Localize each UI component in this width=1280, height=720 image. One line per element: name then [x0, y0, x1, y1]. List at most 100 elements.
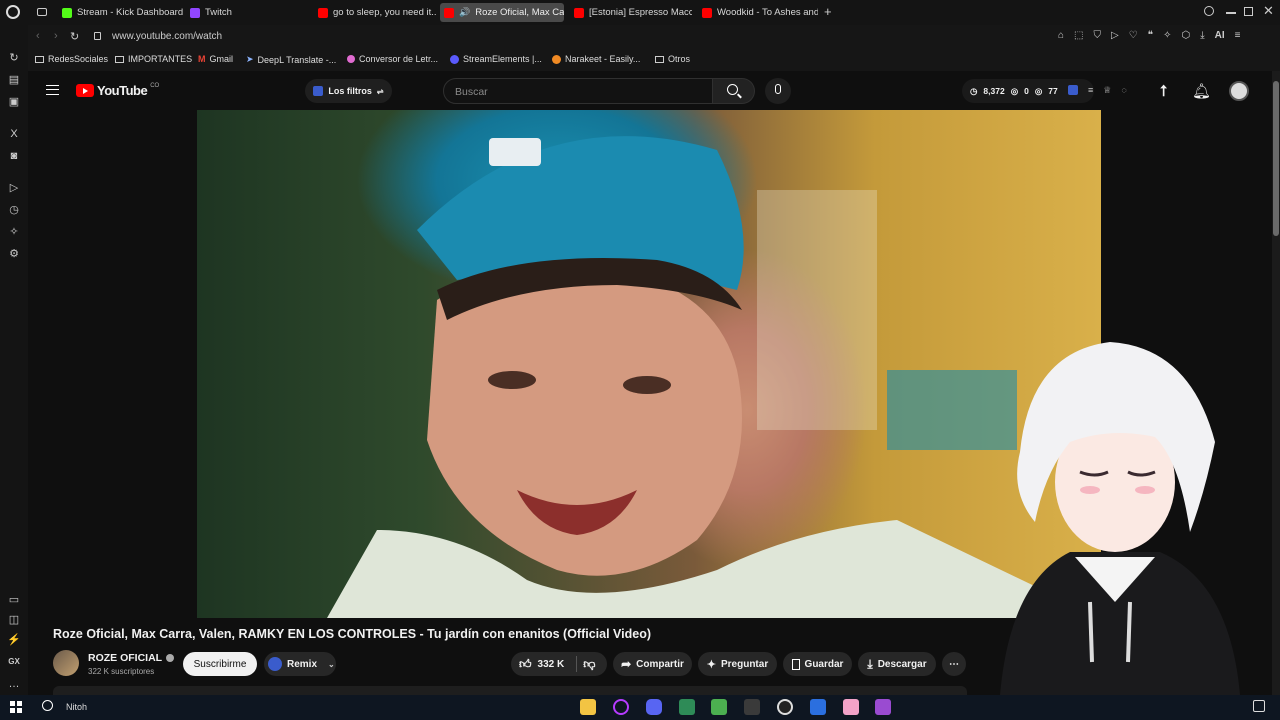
tab-woodkid[interactable]: Woodkid - To Ashes and B: [698, 3, 818, 22]
notifications-bell-icon[interactable]: 🔔︎: [1192, 82, 1211, 100]
more-icon[interactable]: …: [7, 677, 21, 691]
voice-search-button[interactable]: [765, 78, 791, 104]
bookmark-deepl[interactable]: ➤ DeepL Translate -...: [246, 54, 336, 65]
forward-icon[interactable]: ›: [54, 30, 58, 42]
tab-roze-oficial[interactable]: 🔊 Roze Oficial, Max Carr: [440, 3, 564, 22]
gx-label[interactable]: GX: [7, 655, 21, 669]
folder-icon: [655, 55, 664, 63]
heart-icon[interactable]: ♡: [1129, 30, 1138, 41]
subscribe-button[interactable]: Suscribirme: [183, 652, 257, 676]
extensions-icon[interactable]: ✧: [7, 225, 21, 239]
app-icon-purple[interactable]: [875, 699, 891, 715]
ai-icon[interactable]: AI: [1215, 30, 1225, 41]
lock-icon: [94, 32, 101, 40]
opera-gx-icon[interactable]: [613, 699, 629, 715]
x-twitter-icon[interactable]: X: [7, 127, 21, 141]
bookmark-otros[interactable]: Otros: [655, 54, 690, 64]
channel-avatar[interactable]: [53, 650, 79, 676]
snapshot-icon[interactable]: ⬚: [1074, 30, 1083, 41]
castle-app-icon[interactable]: [744, 699, 760, 715]
ext-q-icon[interactable]: [1068, 85, 1078, 95]
avatar[interactable]: [1229, 81, 1249, 101]
menu-icon[interactable]: ≡: [1235, 30, 1241, 41]
obs-icon[interactable]: [777, 699, 793, 715]
discord-icon[interactable]: ◙: [7, 149, 21, 163]
remix-button[interactable]: Remix ⌄: [264, 652, 336, 676]
messenger-icon[interactable]: ▣: [7, 95, 21, 109]
ext-icons: ≡ ♕ ◌: [1068, 85, 1127, 96]
download-icon[interactable]: ⤓: [1200, 30, 1204, 41]
taskbar-search-icon[interactable]: [42, 700, 53, 711]
more-actions-button[interactable]: ⋯: [942, 652, 966, 676]
gx-corner-icon[interactable]: ◫: [7, 613, 21, 627]
search-tabs-icon[interactable]: [1204, 6, 1214, 16]
upload-icon[interactable]: ⭡: [1160, 83, 1167, 100]
app-icon-green[interactable]: [679, 699, 695, 715]
ask-button[interactable]: ✦ Preguntar: [698, 652, 777, 676]
app-icon-pink[interactable]: [843, 699, 859, 715]
reload-icon[interactable]: ↻: [70, 30, 79, 43]
notification-center-icon[interactable]: [1253, 700, 1265, 712]
thumbs-down-icon: 👎︎: [583, 656, 596, 671]
minecraft-icon[interactable]: [711, 699, 727, 715]
bookmark-narakeet[interactable]: Narakeet - Easily...: [552, 54, 640, 64]
ext-list-icon[interactable]: ≡: [1088, 85, 1093, 96]
extension-icon[interactable]: ✧: [1163, 30, 1171, 41]
tab-overview-icon[interactable]: [37, 8, 47, 16]
tab-estonia[interactable]: [Estonia] Espresso Macch: [570, 3, 692, 22]
bookmark-importantes[interactable]: IMPORTANTES: [115, 54, 192, 64]
trophy-icon[interactable]: ♕: [1103, 85, 1111, 96]
pin-icon[interactable]: ⌂: [1058, 30, 1064, 41]
chat-icon[interactable]: ◌: [1121, 85, 1126, 96]
taskbar-search-field[interactable]: Nitoh: [66, 702, 87, 712]
tab-kick[interactable]: Stream - Kick Dashboard: [58, 3, 183, 22]
minimize-button[interactable]: [1226, 12, 1236, 14]
restore-button[interactable]: [1244, 7, 1253, 16]
gx-cleaner-icon[interactable]: ⚡: [7, 633, 21, 647]
player-icon[interactable]: ▷: [7, 181, 21, 195]
app-icon-blue[interactable]: [810, 699, 826, 715]
conversor-icon: [347, 55, 355, 63]
share-button[interactable]: ➦ Compartir: [613, 652, 692, 676]
settings-icon[interactable]: ⚙: [7, 247, 21, 261]
file-explorer-icon[interactable]: [580, 699, 596, 715]
shield-icon[interactable]: ⛉: [1094, 30, 1102, 41]
filters-button[interactable]: Los filtros ⇌: [305, 79, 392, 103]
new-tab-button[interactable]: +: [824, 4, 832, 19]
description-box-edge: [53, 686, 967, 695]
channel-name[interactable]: ROZE OFICIAL: [88, 652, 175, 664]
bookmark-gmail[interactable]: M Gmail: [198, 54, 233, 64]
gx-control-icon[interactable]: ▭: [7, 593, 21, 607]
bookmark-conversor[interactable]: Conversor de Letr...: [347, 54, 438, 64]
discord-taskbar-icon[interactable]: [646, 699, 662, 715]
youtube-logo[interactable]: YouTube CO: [76, 83, 159, 98]
address-field[interactable]: www.youtube.com/watch: [112, 31, 222, 42]
dislike-button[interactable]: 👎︎: [583, 657, 595, 672]
quote-icon[interactable]: ❝: [1148, 30, 1153, 41]
aria-icon[interactable]: ↻: [7, 51, 21, 65]
page-scrollbar[interactable]: [1272, 71, 1280, 695]
pinboard-icon[interactable]: ▤: [7, 73, 21, 87]
video-player[interactable]: vevo: [197, 110, 1101, 618]
speaker-icon[interactable]: 🔊: [459, 7, 470, 18]
download-button[interactable]: ⤓ Descargar: [858, 652, 936, 676]
bookmark-redessociales[interactable]: RedesSociales: [35, 54, 108, 64]
play-icon[interactable]: ▷: [1111, 30, 1119, 41]
browser-sidebar: ↻ ▤ ▣ X ◙ ▷ ◷ ✧ ⚙ ▭ ◫ ⚡ GX …: [0, 25, 28, 695]
search-input[interactable]: Buscar: [443, 78, 713, 104]
close-window-button[interactable]: ✕: [1263, 3, 1274, 19]
tab-go-to-sleep[interactable]: go to sleep, you need it...: [314, 3, 436, 22]
like-button[interactable]: 👍︎ 332 K: [519, 657, 564, 672]
puzzle-icon[interactable]: ⬡: [1181, 30, 1190, 41]
tab-twitch[interactable]: Twitch: [186, 3, 311, 22]
microphone-icon: [775, 84, 781, 94]
windows-start-icon[interactable]: [10, 701, 22, 713]
history-icon[interactable]: ◷: [7, 203, 21, 217]
opera-menu-icon[interactable]: [6, 5, 20, 19]
back-icon[interactable]: ‹: [36, 30, 40, 42]
bookmark-streamelements[interactable]: StreamElements |...: [450, 54, 542, 64]
youtube-tab-icon: [574, 7, 584, 18]
search-button[interactable]: [713, 78, 755, 104]
save-button[interactable]: Guardar: [783, 652, 852, 676]
hamburger-menu-icon[interactable]: [46, 85, 59, 95]
